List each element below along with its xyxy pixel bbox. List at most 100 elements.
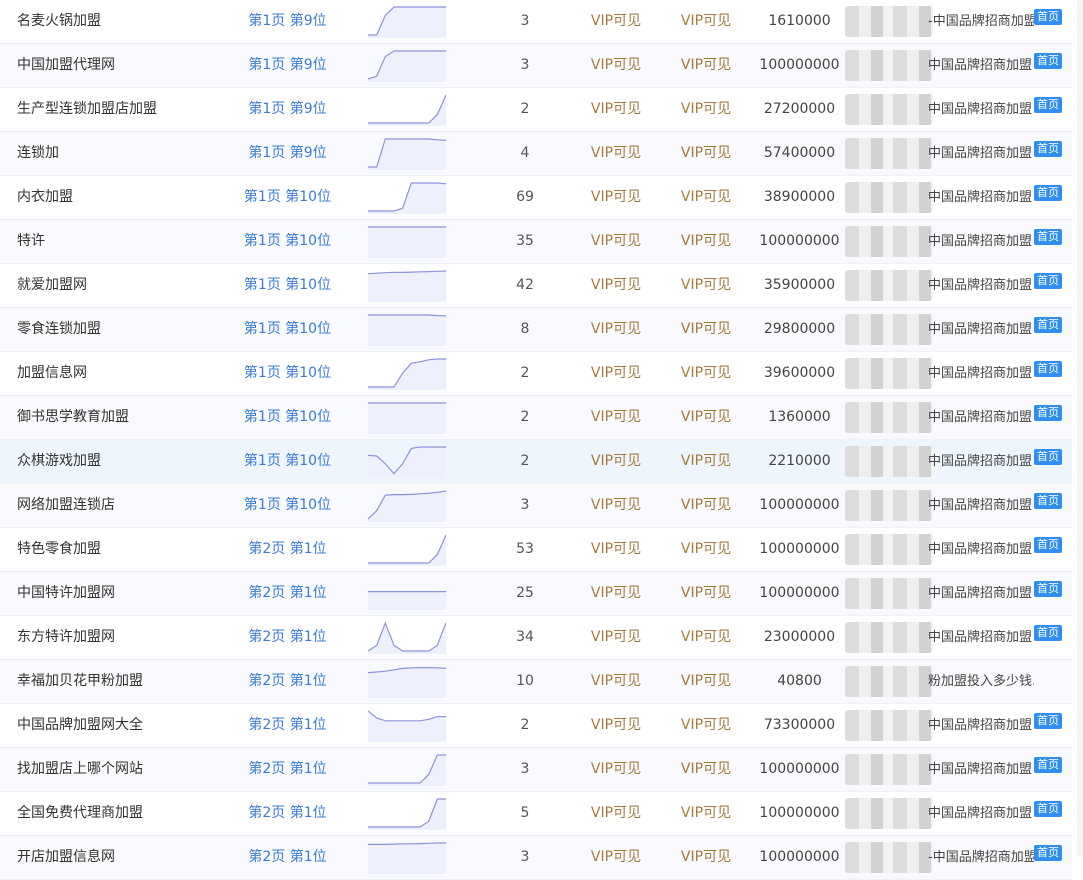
result-count-cell: 100000000 [759, 849, 840, 865]
homepage-badge[interactable]: 首页 [1034, 537, 1062, 553]
rank-link[interactable]: 第2页 第1位 [230, 704, 345, 747]
index-cell: 3 [520, 13, 530, 29]
rank-link[interactable]: 第1页 第9位 [230, 0, 345, 43]
keyword-cell: 幸福加贝花甲粉加盟 [17, 673, 143, 689]
homepage-badge[interactable]: 首页 [1034, 273, 1062, 289]
result-count-cell: 100000000 [759, 57, 840, 73]
index-cell: 53 [516, 541, 534, 557]
rank-link[interactable]: 第2页 第1位 [230, 836, 345, 879]
keyword-cell: 特色零食加盟 [17, 541, 101, 557]
rank-link[interactable]: 第2页 第1位 [230, 616, 345, 659]
keyword-cell: 中国特许加盟网 [17, 585, 115, 601]
blurred-url [845, 138, 933, 169]
keyword-cell: 找加盟店上哪个网站 [17, 761, 143, 777]
rank-link[interactable]: 第1页 第10位 [230, 396, 345, 439]
page-title-cell[interactable]: 中国品牌招商加盟 [928, 352, 1034, 395]
vip-visible-cell: VIP可见 [680, 233, 732, 249]
page-title-cell[interactable]: 中国品牌招商加盟 [928, 792, 1034, 835]
result-count-cell: 2210000 [768, 453, 831, 469]
rank-link[interactable]: 第1页 第10位 [230, 352, 345, 395]
page-title-cell[interactable]: 中国品牌招商加盟 [928, 572, 1034, 615]
page-title-cell[interactable]: 中国品牌招商加盟 [928, 264, 1034, 307]
trend-area [368, 403, 446, 434]
result-count-cell: 23000000 [763, 629, 836, 645]
homepage-badge[interactable]: 首页 [1034, 625, 1062, 641]
keyword-cell: 连锁加 [17, 145, 59, 161]
homepage-badge[interactable]: 首页 [1034, 757, 1062, 773]
blurred-url [845, 226, 933, 257]
vip-visible-cell: VIP可见 [590, 365, 642, 381]
homepage-badge[interactable]: 首页 [1034, 141, 1062, 157]
table-row: 御书思学教育加盟 第1页 第10位 2 VIP可见 VIP可见 1360000 … [0, 396, 1072, 440]
page-title-cell[interactable]: 中国品牌招商加盟 [928, 528, 1034, 571]
rank-link[interactable]: 第2页 第1位 [230, 748, 345, 791]
index-cell: 69 [516, 189, 534, 205]
trend-sparkline [368, 4, 446, 38]
page-title-cell[interactable]: 粉加盟投入多少钱… [928, 660, 1034, 703]
homepage-badge[interactable]: 首页 [1034, 713, 1062, 729]
homepage-badge[interactable]: 首页 [1034, 493, 1062, 509]
page-title-cell[interactable]: 中国品牌招商加盟 [928, 704, 1034, 747]
keyword-cell: 加盟信息网 [17, 365, 87, 381]
trend-sparkline [368, 664, 446, 698]
page-title-cell[interactable]: -中国品牌招商加盟 [928, 0, 1034, 43]
trend-area [368, 359, 446, 390]
rank-link[interactable]: 第1页 第9位 [230, 88, 345, 131]
trend-sparkline [368, 136, 446, 170]
rank-link[interactable]: 第2页 第1位 [230, 792, 345, 835]
rank-link[interactable]: 第1页 第10位 [230, 264, 345, 307]
rank-link[interactable]: 第1页 第10位 [230, 308, 345, 351]
page-title-cell[interactable]: 中国品牌招商加盟 [928, 440, 1034, 483]
vip-visible-cell: VIP可见 [680, 541, 732, 557]
homepage-badge[interactable]: 首页 [1034, 53, 1062, 69]
homepage-badge[interactable]: 首页 [1034, 97, 1062, 113]
scrollbar[interactable] [1077, 0, 1083, 856]
homepage-badge[interactable]: 首页 [1034, 581, 1062, 597]
vip-visible-cell: VIP可见 [590, 673, 642, 689]
homepage-badge[interactable]: 首页 [1034, 317, 1062, 333]
trend-chart [368, 710, 446, 742]
result-count-cell: 40800 [777, 673, 822, 689]
result-count-cell: 100000000 [759, 805, 840, 821]
rank-link[interactable]: 第2页 第1位 [230, 572, 345, 615]
page-title-cell[interactable]: 中国品牌招商加盟 [928, 308, 1034, 351]
rank-link[interactable]: 第2页 第1位 [230, 528, 345, 571]
rank-link[interactable]: 第1页 第10位 [230, 440, 345, 483]
rank-link[interactable]: 第1页 第10位 [230, 220, 345, 263]
page-title-cell[interactable]: 中国品牌招商加盟 [928, 88, 1034, 131]
trend-area [368, 447, 446, 478]
page-title-cell[interactable]: 中国品牌招商加盟 [928, 396, 1034, 439]
page-title-cell[interactable]: 中国品牌招商加盟 [928, 220, 1034, 263]
page-title-cell[interactable]: 中国品牌招商加盟 [928, 176, 1034, 219]
homepage-badge[interactable]: 首页 [1034, 449, 1062, 465]
trend-area [368, 591, 446, 610]
homepage-badge[interactable]: 首页 [1034, 405, 1062, 421]
page-title-cell[interactable]: 中国品牌招商加盟 [928, 132, 1034, 175]
homepage-badge[interactable]: 首页 [1034, 229, 1062, 245]
vip-visible-cell: VIP可见 [680, 277, 732, 293]
homepage-badge[interactable]: 首页 [1034, 9, 1062, 25]
homepage-badge[interactable]: 首页 [1034, 845, 1062, 861]
vip-visible-cell: VIP可见 [680, 321, 732, 337]
rank-link[interactable]: 第1页 第10位 [230, 176, 345, 219]
index-cell: 8 [520, 321, 530, 337]
table-row: 特色零食加盟 第2页 第1位 53 VIP可见 VIP可见 100000000 … [0, 528, 1072, 572]
rank-link[interactable]: 第2页 第1位 [230, 660, 345, 703]
keyword-cell: 众棋游戏加盟 [17, 453, 101, 469]
rank-link[interactable]: 第1页 第10位 [230, 484, 345, 527]
page-title-cell[interactable]: 中国品牌招商加盟 [928, 44, 1034, 87]
vip-visible-cell: VIP可见 [680, 365, 732, 381]
rank-link[interactable]: 第1页 第9位 [230, 132, 345, 175]
homepage-badge[interactable]: 首页 [1034, 801, 1062, 817]
trend-chart [368, 534, 446, 566]
page-title-cell[interactable]: 中国品牌招商加盟 [928, 616, 1034, 659]
vip-visible-cell: VIP可见 [680, 717, 732, 733]
page-title-cell[interactable]: 中国品牌招商加盟 [928, 748, 1034, 791]
rank-link[interactable]: 第1页 第9位 [230, 44, 345, 87]
table-row: 零食连锁加盟 第1页 第10位 8 VIP可见 VIP可见 29800000 中… [0, 308, 1072, 352]
vip-visible-cell: VIP可见 [590, 57, 642, 73]
homepage-badge[interactable]: 首页 [1034, 361, 1062, 377]
page-title-cell[interactable]: 中国品牌招商加盟 [928, 484, 1034, 527]
page-title-cell[interactable]: -中国品牌招商加盟 [928, 836, 1034, 879]
homepage-badge[interactable]: 首页 [1034, 185, 1062, 201]
